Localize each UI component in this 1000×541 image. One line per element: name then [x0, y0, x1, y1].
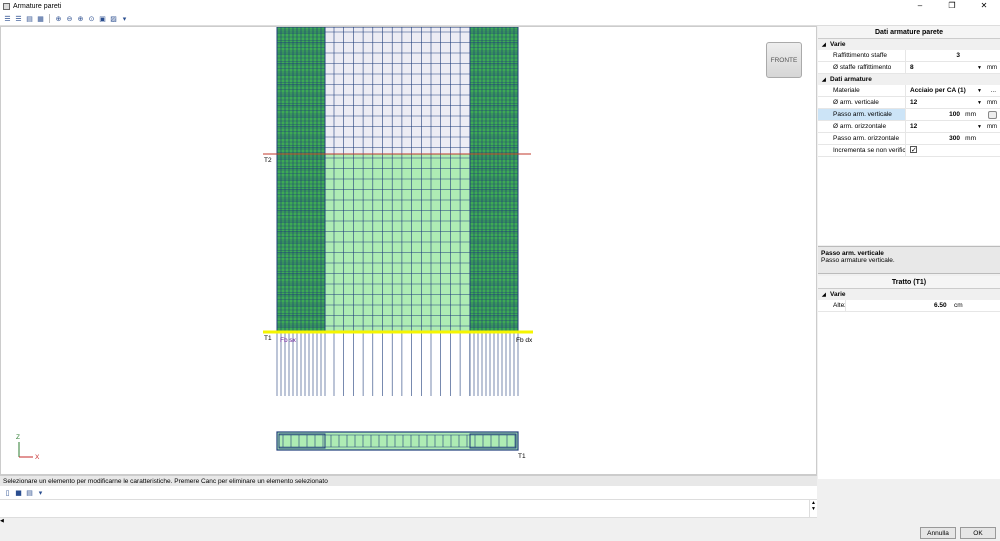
- zoom-in-icon[interactable]: ⊕: [54, 14, 63, 23]
- fb-dx-label: Fb dx: [516, 337, 533, 344]
- prop-label: Ø staffe raffittimento: [818, 62, 906, 73]
- tratto-grid: ◢Varie Altezza 6.50cm: [818, 289, 1000, 479]
- chevron-down-icon: ▼: [977, 124, 982, 130]
- prop-label: Passo arm. verticale: [818, 109, 906, 120]
- row-incrementa[interactable]: Incrementa se non verifica: [818, 144, 1000, 157]
- zoom-extents-icon[interactable]: ⊙: [87, 14, 96, 23]
- footer-area: [0, 524, 817, 541]
- properties-grid: ◢ Varie Raffittimento staffe 3 Ø staffe r…: [818, 39, 1000, 245]
- zoom-window-icon[interactable]: ⊕: [76, 14, 85, 23]
- chevron-down-icon: ▼: [977, 100, 982, 106]
- window-title: Armature pareti: [13, 2, 62, 10]
- checkbox-checked-icon[interactable]: [910, 144, 917, 156]
- row-arm-orizzontale[interactable]: Ø arm. orizzontale 12 ▼ mm: [818, 121, 1000, 133]
- properties-icon[interactable]: ▤: [25, 14, 34, 23]
- dropdown-icon[interactable]: ▾: [120, 14, 129, 23]
- t1-section-label: T1: [518, 453, 526, 460]
- prop-dropdown[interactable]: 8 ▼ mm: [906, 62, 1000, 73]
- align-left-icon[interactable]: ☰: [3, 14, 12, 23]
- prop-dropdown[interactable]: Acciaio per CA (1) ▼...: [906, 85, 1000, 96]
- toolbar-separator: [49, 14, 50, 23]
- wall-center-upper: [325, 27, 470, 154]
- bottom-toolbar: ▯ ■ ▤ ▾: [0, 486, 817, 499]
- description-box: Passo arm. verticale Passo armature vert…: [818, 246, 1000, 274]
- t1-label: T1: [264, 335, 272, 342]
- prop-label: Ø arm. orizzontale: [818, 121, 906, 132]
- row-staffe-raffittimento[interactable]: Ø staffe raffittimento 8 ▼ mm: [818, 62, 1000, 74]
- section-tratto-varie[interactable]: ◢ Varie: [818, 289, 1000, 300]
- section-dati-armature[interactable]: ◢ Dati armature: [818, 74, 1000, 85]
- align-right-icon[interactable]: ☰: [14, 14, 23, 23]
- app-icon: [3, 2, 10, 10]
- prop-dropdown[interactable]: 12 ▼ mm: [906, 97, 1000, 108]
- bottom-panel: ▲ ▼ ◀: [0, 499, 817, 524]
- dialog-buttons: Annulla OK: [818, 524, 1000, 541]
- row-raffittimento-staffe[interactable]: Raffittimento staffe 3: [818, 50, 1000, 62]
- pdf-icon[interactable]: ▣: [98, 14, 107, 23]
- description-text: Passo armature verticale.: [821, 257, 895, 264]
- t2-label: T2: [264, 157, 272, 164]
- row-materiale[interactable]: Materiale Acciaio per CA (1) ▼...: [818, 85, 1000, 97]
- cancel-button[interactable]: Annulla: [920, 526, 956, 539]
- drawing-canvas[interactable]: T2 T1 Fb sx Fb dx T1 Z X FRONTE: [0, 26, 817, 475]
- zoom-out-icon[interactable]: ⊖: [65, 14, 74, 23]
- row-passo-verticale[interactable]: Passo arm. verticale 100 mm: [818, 109, 1000, 121]
- row-altezza[interactable]: Altezza 6.50cm: [818, 300, 1000, 312]
- prop-dropdown[interactable]: 12 ▼ mm: [906, 121, 1000, 132]
- prop-label: Altezza: [818, 300, 846, 311]
- prop-value[interactable]: 300 mm: [906, 133, 1000, 144]
- minimize-icon[interactable]: –: [904, 0, 936, 12]
- prop-value[interactable]: 6.50 cm: [846, 300, 1000, 311]
- prop-label: Raffittimento staffe: [818, 50, 906, 61]
- wall-drawing: T2 T1 Fb sx Fb dx T1 Z X: [16, 27, 533, 461]
- chevron-down-icon: ▼: [977, 88, 982, 94]
- prop-label: Materiale: [818, 85, 906, 96]
- row-passo-orizzontale[interactable]: Passo arm. orizzontale 300 mm: [818, 133, 1000, 145]
- properties-panel: Dati armature parete ◢ Varie Raffittiment…: [818, 26, 1000, 524]
- export-icon[interactable]: ▤: [25, 488, 34, 497]
- tratto-title: Tratto (T1): [818, 276, 1000, 289]
- image-icon[interactable]: ▨: [109, 14, 118, 23]
- row-arm-verticale[interactable]: Ø arm. verticale 12 ▼ mm: [818, 97, 1000, 109]
- horizontal-scrollbar[interactable]: ◀: [0, 517, 817, 524]
- edit-icon[interactable]: [988, 111, 997, 119]
- prop-label: Incrementa se non verifica: [818, 145, 906, 156]
- vertical-scrollbar[interactable]: ▲ ▼: [809, 500, 817, 518]
- window-controls: – ❐ ✕: [904, 0, 1000, 12]
- prop-value[interactable]: 100 mm: [906, 109, 1000, 120]
- prop-value[interactable]: 3: [906, 50, 1000, 61]
- prop-label: Passo arm. orizzontale: [818, 133, 906, 144]
- close-icon[interactable]: ✕: [968, 0, 1000, 12]
- prop-label: Ø arm. verticale: [818, 97, 906, 108]
- tratto-panel: Tratto (T1) ◢Varie Altezza 6.50cm: [818, 276, 1000, 479]
- title-bar: Armature pareti – ❐ ✕: [0, 0, 1000, 12]
- status-bar: Selezionare un elemento per modificarne …: [0, 475, 817, 486]
- description-title: Passo arm. verticale: [821, 250, 884, 257]
- fb-sx-label: Fb sx: [280, 337, 297, 344]
- new-file-icon[interactable]: ▯: [3, 488, 12, 497]
- dropdown-icon[interactable]: ▾: [36, 488, 45, 497]
- ok-button[interactable]: OK: [960, 526, 996, 539]
- section-varie[interactable]: ◢ Varie: [818, 39, 1000, 50]
- panel-title: Dati armature parete: [818, 26, 1000, 39]
- save-icon[interactable]: ■: [14, 488, 23, 497]
- main-toolbar: ☰ ☰ ▤ ▦ ⊕ ⊖ ⊕ ⊙ ▣ ▨ ▾: [0, 12, 1000, 26]
- z-axis-label: Z: [16, 434, 20, 441]
- x-axis-label: X: [35, 454, 40, 461]
- chevron-down-icon: ▼: [977, 65, 982, 71]
- maximize-icon[interactable]: ❐: [936, 0, 968, 12]
- prop-checkbox[interactable]: [906, 144, 1000, 156]
- grid-icon[interactable]: ▦: [36, 14, 45, 23]
- fronte-view-button[interactable]: FRONTE: [766, 42, 802, 78]
